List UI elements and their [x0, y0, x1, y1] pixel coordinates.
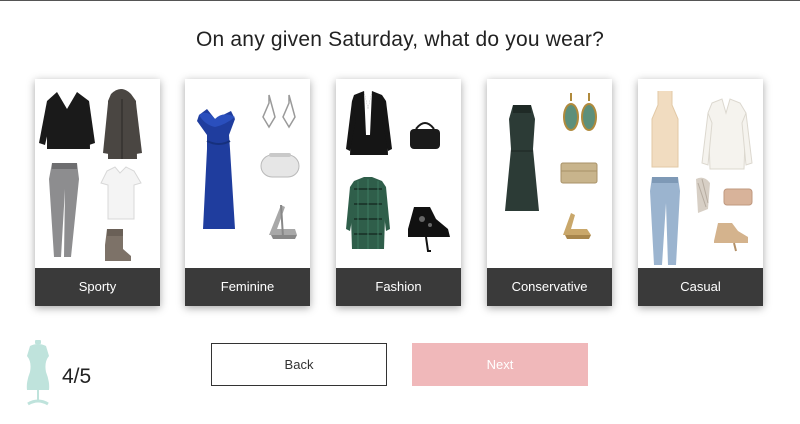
sporty-outfit-image: [39, 89, 142, 261]
style-label: Sporty: [35, 268, 160, 306]
style-label: Fashion: [336, 268, 461, 306]
question-title: On any given Saturday, what do you wear?: [195, 28, 604, 51]
style-label: Casual: [638, 268, 763, 306]
progress-count: 4/5: [62, 365, 92, 388]
style-card-sporty[interactable]: Sporty: [35, 79, 160, 306]
dress-form-icon: [26, 340, 50, 406]
style-options: Sporty Feminine Fashion Conservative Cas…: [35, 79, 765, 307]
progress-indicator: 4/5: [22, 340, 132, 410]
style-label: Feminine: [185, 268, 310, 306]
style-card-casual[interactable]: Casual: [638, 79, 763, 306]
top-divider: [0, 0, 800, 1]
next-button[interactable]: Next: [412, 343, 588, 386]
style-label: Conservative: [487, 268, 612, 306]
feminine-outfit-image: [197, 94, 300, 239]
back-button[interactable]: Back: [211, 343, 387, 386]
conservative-outfit-image: [505, 93, 598, 239]
style-card-fashion[interactable]: Fashion: [336, 79, 461, 306]
style-card-feminine[interactable]: Feminine: [185, 79, 310, 306]
casual-outfit-image: [650, 91, 753, 265]
fashion-outfit-image: [346, 91, 450, 252]
style-card-conservative[interactable]: Conservative: [487, 79, 612, 306]
